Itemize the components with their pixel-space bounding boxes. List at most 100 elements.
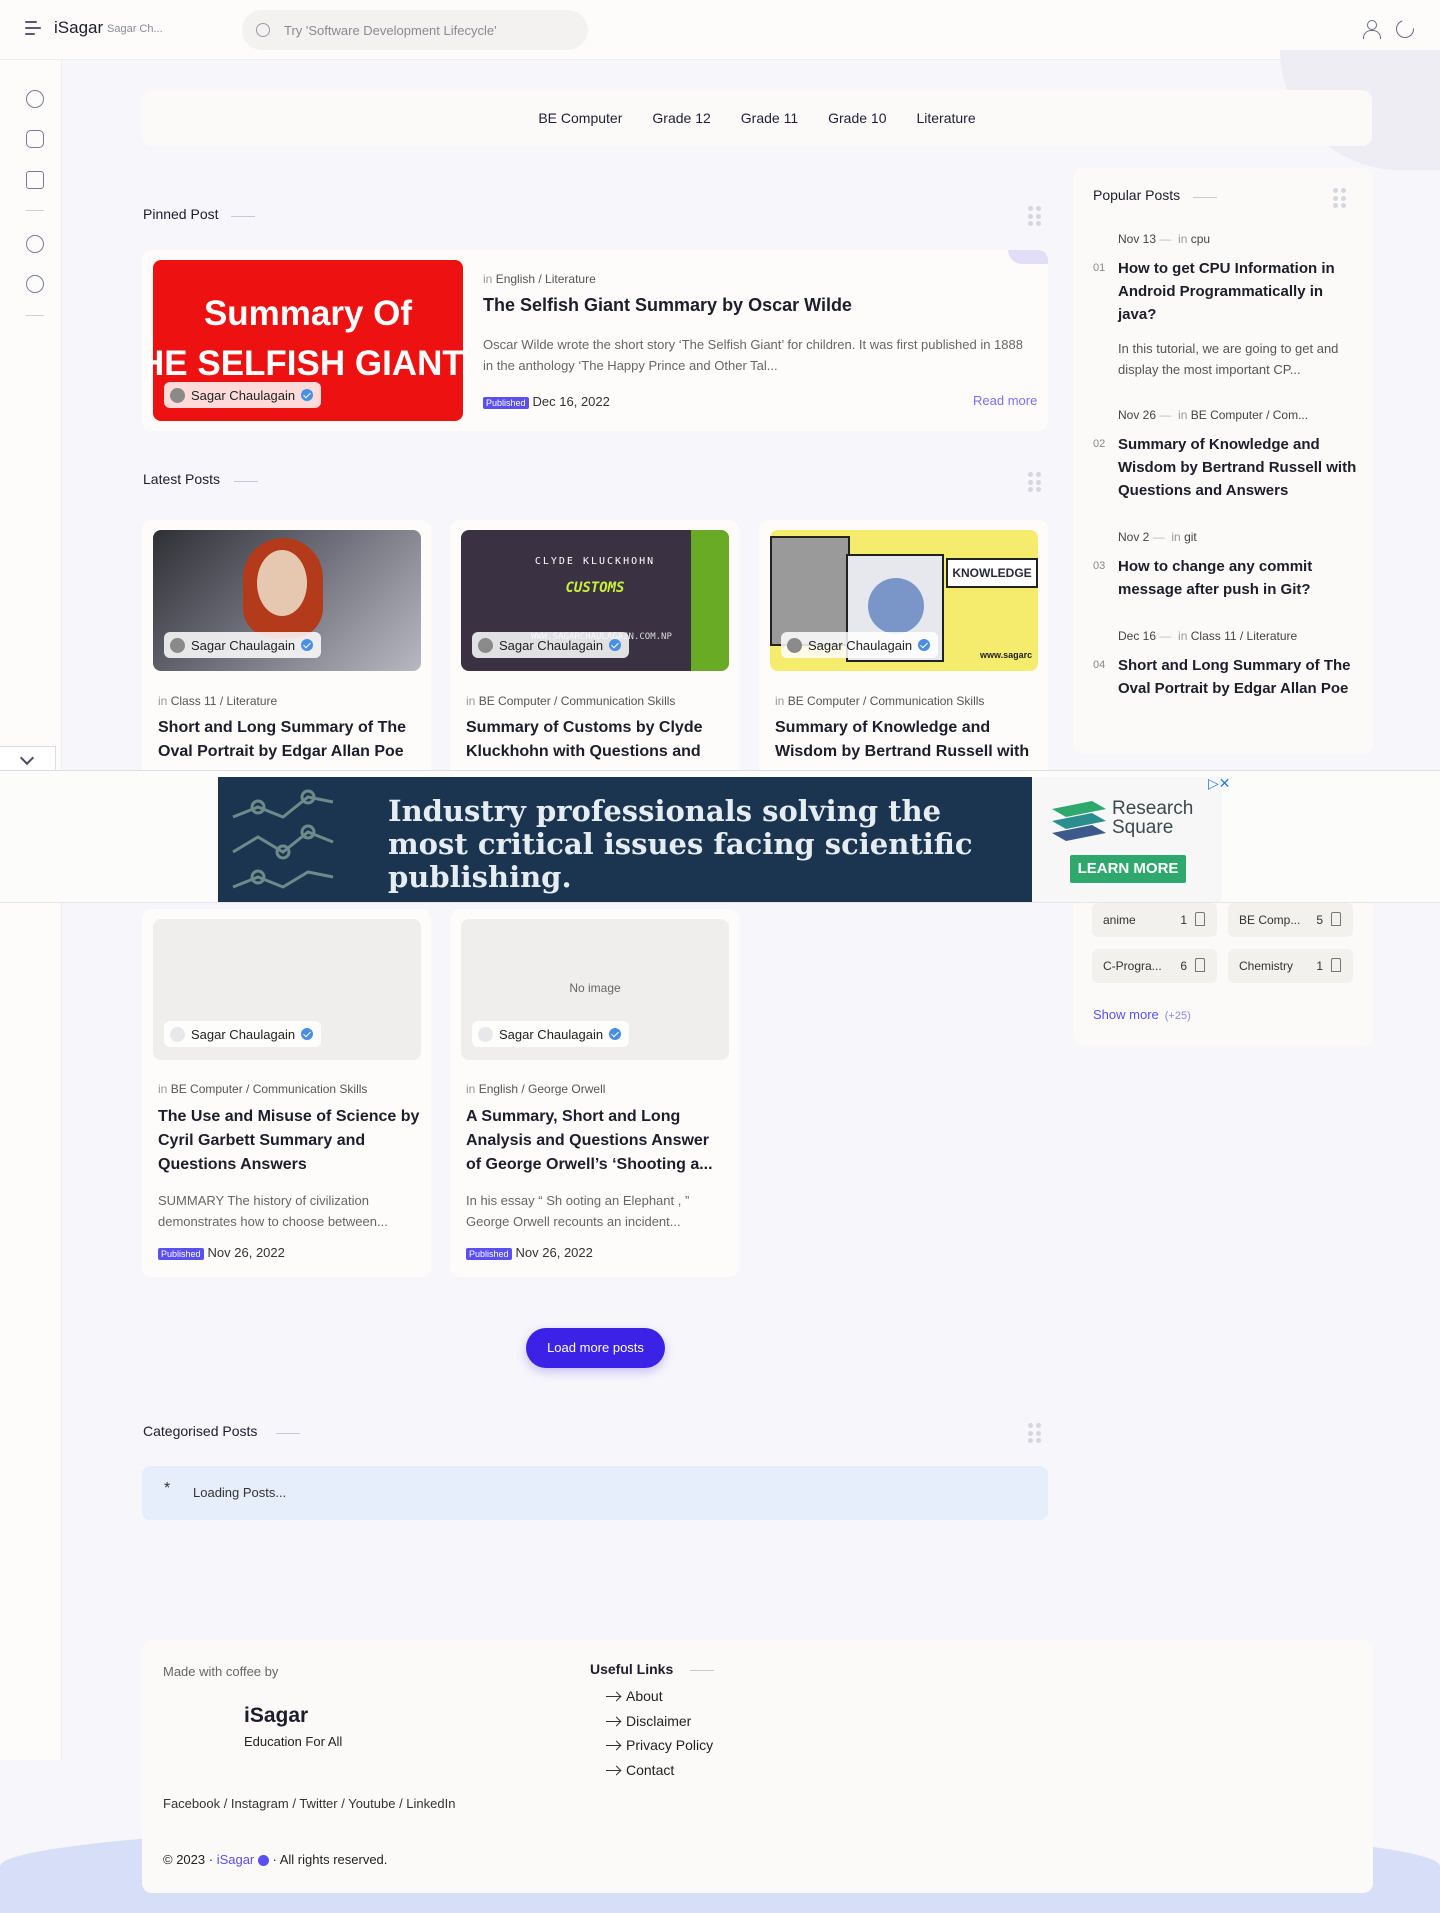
copyright-year: © 2023 · xyxy=(163,1852,214,1867)
ad-banner[interactable]: Industry professionals solving the most … xyxy=(0,770,1440,903)
social-links[interactable]: Facebook / Instagram / Twitter / Youtube… xyxy=(163,1796,455,1811)
copyright-brand-link[interactable]: iSagar xyxy=(217,1852,255,1867)
nav-grade-10[interactable]: Grade 10 xyxy=(828,110,886,126)
post-thumbnail[interactable]: No image Sagar Chaulagain xyxy=(461,919,729,1060)
smile-icon[interactable] xyxy=(26,90,44,108)
category-link[interactable]: English / George Orwell xyxy=(479,1082,606,1096)
category-link[interactable]: BE Computer / Com... xyxy=(1191,408,1308,422)
pinned-post-card[interactable]: Summary Of HE SELFISH GIANT Sagar Chaula… xyxy=(142,250,1048,431)
post-card[interactable]: Sagar Chaulagain in BE Computer / Commun… xyxy=(142,909,431,1277)
pinned-thumbnail[interactable]: Summary Of HE SELFISH GIANT Sagar Chaula… xyxy=(153,260,463,421)
post-card[interactable]: KNOWLEDGE www.sagarc Sagar Chaulagain in… xyxy=(759,520,1048,780)
search-box[interactable] xyxy=(242,10,588,50)
categorised-section-title: Categorised Posts xyxy=(143,1423,258,1439)
post-card[interactable]: No image Sagar Chaulagain in English / G… xyxy=(450,909,739,1277)
post-thumbnail[interactable]: Sagar Chaulagain xyxy=(153,530,421,671)
users-icon[interactable] xyxy=(26,235,44,253)
post-title[interactable]: Summary of Knowledge and Wisdom by Bertr… xyxy=(775,716,1037,764)
load-more-button[interactable]: Load more posts xyxy=(526,1328,665,1368)
post-thumbnail[interactable]: CLYDE KLUCKHOHN CUSTOMS WWW.SAGARCHAULAG… xyxy=(461,530,729,671)
in-label: in xyxy=(775,694,785,708)
post-title[interactable]: The Selfish Giant Summary by Oscar Wilde xyxy=(483,293,852,317)
grip-icon[interactable] xyxy=(1028,1423,1048,1443)
post-date: Dec 16, 2022 xyxy=(532,394,610,409)
user-icon[interactable] xyxy=(1362,20,1381,39)
category-link[interactable]: Class 11 / Literature xyxy=(1191,629,1298,643)
popular-number: 03 xyxy=(1093,560,1106,572)
chevron-down-icon[interactable] xyxy=(0,746,56,772)
section-line xyxy=(234,481,258,482)
post-title[interactable]: Summary of Customs by Clyde Kluckhohn wi… xyxy=(466,716,728,764)
footer-link-privacy-policy[interactable]: Privacy Policy xyxy=(626,1737,713,1753)
author-chip[interactable]: Sagar Chaulagain xyxy=(164,1021,322,1047)
document-icon[interactable] xyxy=(26,171,44,189)
author-name: Sagar Chaulagain xyxy=(808,637,913,653)
author-chip[interactable]: Sagar Chaulagain xyxy=(164,632,322,658)
category-link[interactable]: BE Computer / Communication Skills xyxy=(788,694,985,708)
popular-title[interactable]: Summary of Knowledge and Wisdom by Bertr… xyxy=(1118,433,1358,502)
copyright-text: · All rights reserved. xyxy=(272,1852,388,1867)
dark-mode-icon[interactable] xyxy=(1396,16,1416,38)
post-category: in BE Computer / Communication Skills xyxy=(466,694,675,708)
brand-title[interactable]: iSagar xyxy=(54,18,103,38)
post-card[interactable]: CLYDE KLUCKHOHN CUSTOMS WWW.SAGARCHAULAG… xyxy=(450,520,739,780)
footer-link-about[interactable]: About xyxy=(626,1688,663,1704)
no-image-label: No image xyxy=(569,981,621,995)
popular-date: Dec 16 xyxy=(1118,629,1157,643)
footer-link-disclaimer[interactable]: Disclaimer xyxy=(626,1713,691,1729)
footer-link-contact[interactable]: Contact xyxy=(626,1762,674,1778)
post-title[interactable]: Short and Long Summary of The Oval Portr… xyxy=(158,716,420,764)
nav-grade-11[interactable]: Grade 11 xyxy=(741,110,798,126)
popular-title[interactable]: How to get CPU Information in Android Pr… xyxy=(1118,257,1358,326)
mail-icon[interactable] xyxy=(26,275,44,293)
post-card[interactable]: Sagar Chaulagain in Class 11 / Literatur… xyxy=(142,520,431,780)
copyright: © 2023 · iSagar · All rights reserved. xyxy=(163,1852,387,1867)
nav-be-computer[interactable]: BE Computer xyxy=(538,110,622,126)
folder-icon[interactable] xyxy=(26,130,44,148)
label-chip[interactable]: anime 1 xyxy=(1092,903,1217,937)
ad-sidebar[interactable]: Research Square LEARN MORE xyxy=(1032,777,1222,902)
grip-icon[interactable] xyxy=(1028,472,1048,492)
post-title[interactable]: The Use and Misuse of Science by Cyril G… xyxy=(158,1105,420,1177)
category-link[interactable]: Class 11 / Literature xyxy=(171,694,278,708)
footer-brand[interactable]: iSagar xyxy=(244,1704,308,1728)
category-link[interactable]: git xyxy=(1184,530,1197,544)
read-more-link[interactable]: Read more xyxy=(973,393,1037,408)
category-link[interactable]: BE Computer / Communication Skills xyxy=(171,1082,368,1096)
popular-title[interactable]: Short and Long Summary of The Oval Portr… xyxy=(1118,654,1358,700)
in-label: in xyxy=(466,694,476,708)
author-chip[interactable]: Sagar Chaulagain xyxy=(472,1021,630,1047)
widget-title: Popular Posts xyxy=(1093,187,1181,203)
thumb-text: KNOWLEDGE xyxy=(946,558,1038,588)
search-input[interactable] xyxy=(284,20,564,40)
category-link[interactable]: cpu xyxy=(1191,232,1210,246)
label-chip[interactable]: BE Comp... 5 xyxy=(1228,903,1353,937)
show-more-link[interactable]: Show more (+25) xyxy=(1093,1007,1191,1022)
category-link[interactable]: English / Literature xyxy=(496,272,596,286)
ad-creative[interactable]: Industry professionals solving the most … xyxy=(218,777,1032,902)
author-chip[interactable]: Sagar Chaulagain xyxy=(472,632,630,658)
menu-icon[interactable] xyxy=(25,21,43,37)
post-title[interactable]: A Summary, Short and Long Analysis and Q… xyxy=(466,1105,728,1177)
ad-learn-more-button[interactable]: LEARN MORE xyxy=(1070,855,1186,883)
post-thumbnail[interactable]: KNOWLEDGE www.sagarc Sagar Chaulagain xyxy=(770,530,1038,671)
author-chip[interactable]: Sagar Chaulagain xyxy=(781,632,939,658)
popular-title[interactable]: How to change any commit message after p… xyxy=(1118,555,1358,601)
label-count: 1 xyxy=(1316,959,1323,973)
nav-grade-12[interactable]: Grade 12 xyxy=(652,110,710,126)
label-chip[interactable]: C-Progra... 6 xyxy=(1092,949,1217,983)
label-chip[interactable]: Chemistry 1 xyxy=(1228,949,1353,983)
post-excerpt: Oscar Wilde wrote the short story ‘The S… xyxy=(483,337,1023,373)
category-link[interactable]: BE Computer / Communication Skills xyxy=(479,694,676,708)
grip-icon[interactable] xyxy=(1333,188,1353,208)
post-date-line: Published Nov 26, 2022 xyxy=(466,1245,593,1260)
author-chip[interactable]: Sagar Chaulagain xyxy=(164,382,322,408)
ad-close-icon[interactable]: ▷✕ xyxy=(1208,775,1231,792)
nav-literature[interactable]: Literature xyxy=(916,110,975,126)
grip-icon[interactable] xyxy=(1028,206,1048,226)
post-thumbnail[interactable]: Sagar Chaulagain xyxy=(153,919,421,1060)
bookmark-icon xyxy=(1331,958,1341,972)
thumb-text: www.sagarc xyxy=(980,650,1033,660)
category-nav: BE Computer Grade 12 Grade 11 Grade 10 L… xyxy=(142,90,1372,146)
label-name: anime xyxy=(1103,913,1136,927)
